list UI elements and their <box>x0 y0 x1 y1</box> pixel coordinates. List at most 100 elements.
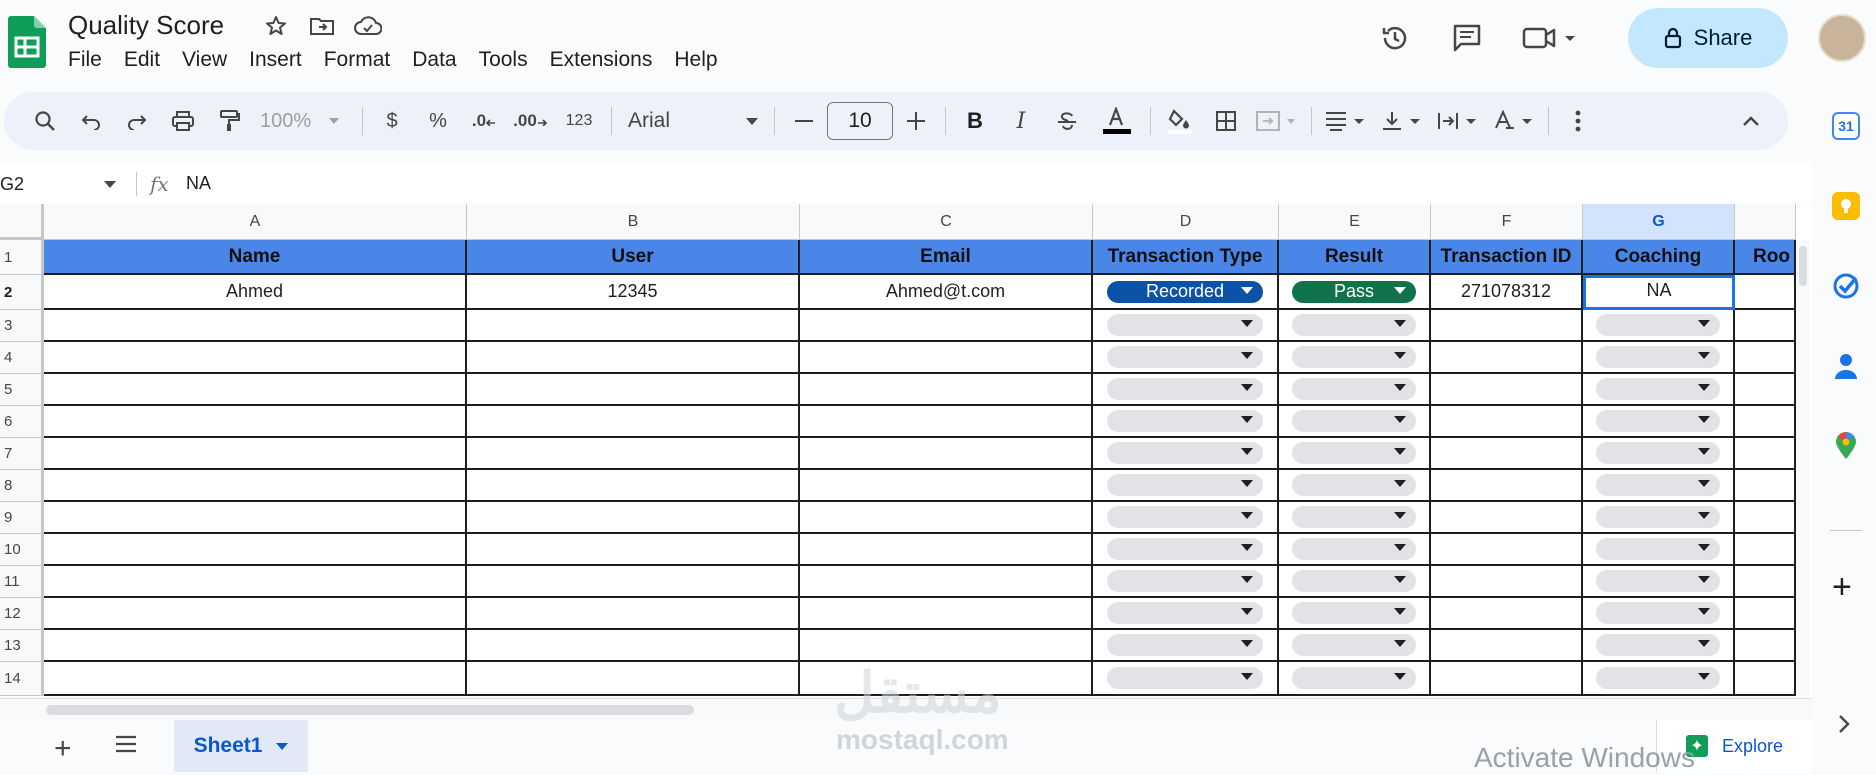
result-dropdown[interactable] <box>1292 506 1416 528</box>
cell-user[interactable] <box>467 406 800 438</box>
header-cell-name[interactable]: Name <box>44 240 467 275</box>
column-header-c[interactable]: C <box>800 204 1093 240</box>
print-icon[interactable] <box>160 101 206 141</box>
vertical-align-icon[interactable] <box>1374 101 1430 141</box>
cell-root[interactable] <box>1735 630 1796 662</box>
cell-transaction-id[interactable] <box>1431 342 1583 374</box>
transaction-type-dropdown[interactable] <box>1107 667 1263 689</box>
cell-coaching[interactable] <box>1583 438 1735 470</box>
row-header-8[interactable]: 8 <box>0 470 44 502</box>
cell-transaction-type[interactable] <box>1093 534 1279 566</box>
cell-transaction-id[interactable] <box>1431 502 1583 534</box>
transaction-type-dropdown[interactable] <box>1107 378 1263 400</box>
column-header-e[interactable]: E <box>1279 204 1431 240</box>
result-dropdown[interactable] <box>1292 538 1416 560</box>
cell-result[interactable] <box>1279 374 1431 406</box>
cell-root[interactable] <box>1735 662 1796 696</box>
cell-result[interactable] <box>1279 566 1431 598</box>
transaction-type-dropdown[interactable] <box>1107 506 1263 528</box>
cell-user[interactable]: 12345 <box>467 275 800 310</box>
cell-name[interactable] <box>44 374 467 406</box>
cell-user[interactable] <box>467 630 800 662</box>
cell-email[interactable] <box>800 630 1093 662</box>
cell-email[interactable] <box>800 502 1093 534</box>
cell-name[interactable] <box>44 406 467 438</box>
redo-icon[interactable] <box>114 101 160 141</box>
transaction-type-dropdown[interactable] <box>1107 538 1263 560</box>
coaching-dropdown[interactable] <box>1596 602 1720 624</box>
coaching-dropdown[interactable] <box>1596 474 1720 496</box>
cell-root[interactable] <box>1735 310 1796 342</box>
cell-email[interactable] <box>800 342 1093 374</box>
name-box[interactable]: G2 <box>0 170 120 198</box>
cell-transaction-id[interactable]: 271078312 <box>1431 275 1583 310</box>
cell-transaction-id[interactable] <box>1431 662 1583 696</box>
cell-transaction-type[interactable] <box>1093 662 1279 696</box>
cloud-saved-icon[interactable] <box>354 12 382 40</box>
header-cell-user[interactable]: User <box>467 240 800 275</box>
cell-transaction-id[interactable] <box>1431 566 1583 598</box>
cell-result[interactable] <box>1279 534 1431 566</box>
result-dropdown[interactable] <box>1292 667 1416 689</box>
cell-user[interactable] <box>467 374 800 406</box>
get-addons-button[interactable]: + <box>1832 568 1852 607</box>
cell-user[interactable] <box>467 502 800 534</box>
menu-help[interactable]: Help <box>663 48 728 72</box>
cell-name[interactable]: Ahmed <box>44 275 467 310</box>
row-header-12[interactable]: 12 <box>0 598 44 630</box>
header-cell-result[interactable]: Result <box>1279 240 1431 275</box>
more-options-icon[interactable] <box>1555 101 1601 141</box>
zoom-select[interactable]: 100% <box>252 101 356 141</box>
cell-email[interactable] <box>800 598 1093 630</box>
cell-user[interactable] <box>467 438 800 470</box>
result-dropdown[interactable] <box>1292 570 1416 592</box>
column-header-a[interactable]: A <box>44 204 467 240</box>
select-all-corner[interactable] <box>0 204 44 240</box>
transaction-type-dropdown[interactable] <box>1107 474 1263 496</box>
coaching-dropdown[interactable] <box>1596 314 1720 336</box>
cell-result[interactable]: Pass <box>1279 275 1431 310</box>
cell-root[interactable] <box>1735 374 1796 406</box>
cell-transaction-id[interactable] <box>1431 374 1583 406</box>
cell-name[interactable] <box>44 438 467 470</box>
cell-coaching[interactable] <box>1583 310 1735 342</box>
result-dropdown[interactable] <box>1292 314 1416 336</box>
cell-result[interactable] <box>1279 502 1431 534</box>
chevron-right-icon[interactable] <box>1838 714 1850 740</box>
cell-root[interactable] <box>1735 566 1796 598</box>
cell-transaction-type[interactable] <box>1093 310 1279 342</box>
cell-transaction-id[interactable] <box>1431 310 1583 342</box>
decrease-decimal-button[interactable]: .0 <box>461 101 507 141</box>
cell-transaction-type[interactable] <box>1093 342 1279 374</box>
cell-name[interactable] <box>44 662 467 696</box>
cell-transaction-type[interactable]: Recorded <box>1093 275 1279 310</box>
row-header-1[interactable]: 1 <box>0 240 44 275</box>
search-menus-icon[interactable] <box>22 101 68 141</box>
contacts-icon[interactable] <box>1832 352 1860 380</box>
cell-name[interactable] <box>44 470 467 502</box>
avatar[interactable] <box>1818 14 1866 62</box>
header-cell-email[interactable]: Email <box>800 240 1093 275</box>
cell-name[interactable] <box>44 310 467 342</box>
increase-decimal-button[interactable]: .00 <box>507 101 553 141</box>
cell-user[interactable] <box>467 598 800 630</box>
text-wrapping-icon[interactable] <box>1430 101 1486 141</box>
strikethrough-icon[interactable] <box>1044 101 1090 141</box>
cell-result[interactable] <box>1279 630 1431 662</box>
row-header-5[interactable]: 5 <box>0 374 44 406</box>
move-folder-icon[interactable] <box>308 12 336 40</box>
add-sheet-button[interactable]: + <box>54 732 72 766</box>
menu-edit[interactable]: Edit <box>113 48 171 72</box>
transaction-type-dropdown[interactable]: Recorded <box>1107 280 1263 303</box>
transaction-type-dropdown[interactable] <box>1107 314 1263 336</box>
cell-coaching[interactable] <box>1583 374 1735 406</box>
cell-coaching-selected[interactable]: NA <box>1583 275 1735 310</box>
cell-result[interactable] <box>1279 470 1431 502</box>
cell-name[interactable] <box>44 502 467 534</box>
coaching-dropdown[interactable] <box>1596 410 1720 432</box>
font-size-input[interactable]: 10 <box>827 102 893 140</box>
row-header-3[interactable]: 3 <box>0 310 44 342</box>
share-button[interactable]: Share <box>1628 8 1788 68</box>
cell-email[interactable] <box>800 566 1093 598</box>
cell-transaction-type[interactable] <box>1093 470 1279 502</box>
